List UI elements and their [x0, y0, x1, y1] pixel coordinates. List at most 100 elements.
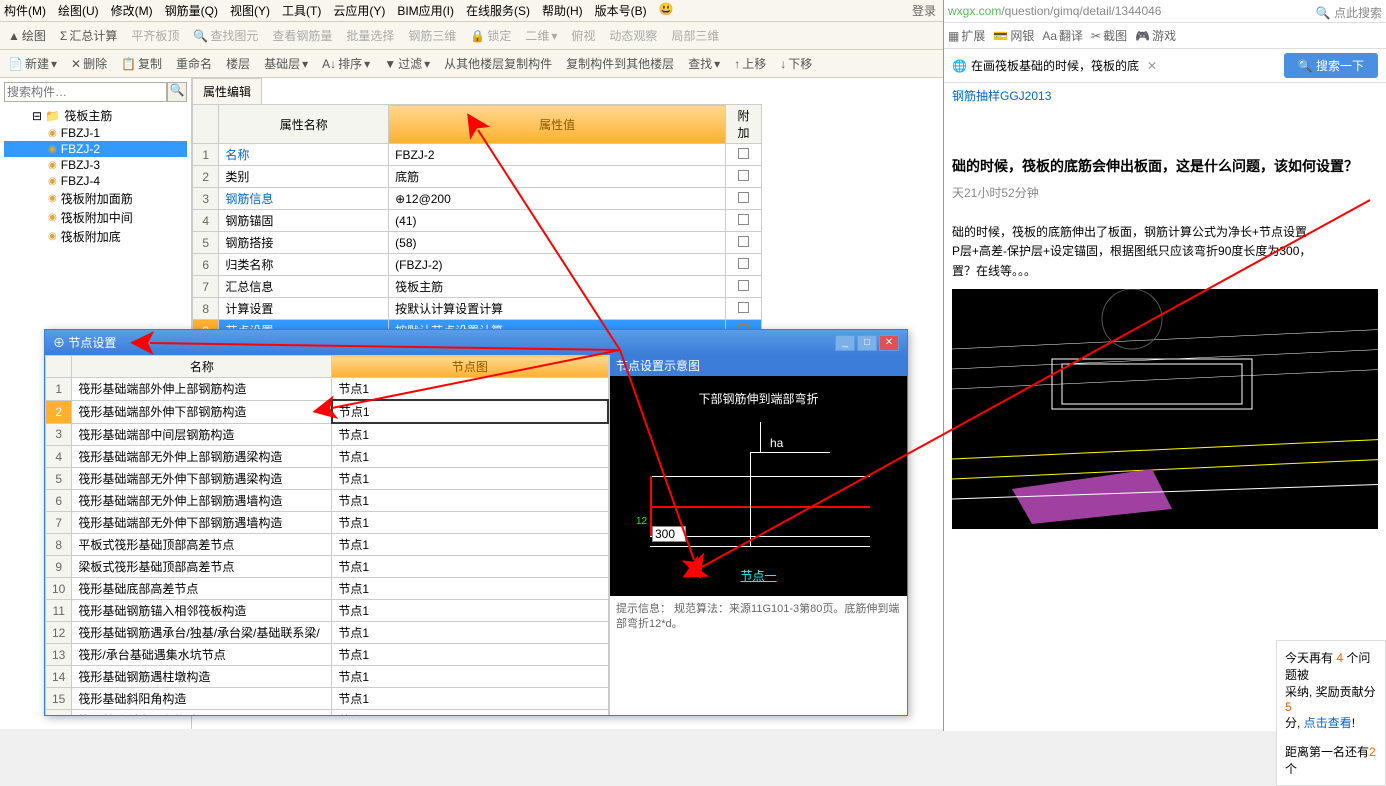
search-button[interactable]: 🔍 搜索一下 [1284, 53, 1378, 78]
copyfrom-button[interactable]: 从其他楼层复制构件 [440, 53, 556, 74]
table-row[interactable]: 1筏形基础端部外伸上部钢筋构造节点1 [46, 378, 609, 401]
delete-button[interactable]: ✕ 删除 [67, 53, 111, 74]
part3d-button[interactable]: 局部三维 [667, 25, 723, 46]
node-settings-dialog: ⊕ 节点设置 _ □ ✕ 名称节点图 1筏形基础端部外伸上部钢筋构造节点12筏形… [44, 329, 908, 716]
ext-button[interactable]: ▦ 扩展 [948, 27, 985, 44]
shot-button[interactable]: ✂ 截图 [1091, 27, 1127, 44]
tree-item[interactable]: ◉ 筏板附加中间 [4, 208, 187, 227]
table-row[interactable]: 7筏形基础端部无外伸下部钢筋遇墙构造节点1 [46, 512, 609, 534]
game-button[interactable]: 🎮 游戏 [1135, 27, 1176, 44]
page-image [952, 289, 1378, 529]
batch-button[interactable]: 批量选择 [342, 25, 398, 46]
menu-item[interactable]: BIM应用(I) [397, 2, 454, 19]
find-button[interactable]: 查找 ▾ [684, 53, 724, 74]
node-table: 名称节点图 1筏形基础端部外伸上部钢筋构造节点12筏形基础端部外伸下部钢筋构造节… [45, 355, 609, 715]
up-button[interactable]: ↑ 上移 [730, 53, 770, 74]
copy-button[interactable]: 📋 复制 [117, 53, 166, 74]
table-row[interactable]: 7汇总信息筏板主筋 [193, 276, 762, 298]
table-row[interactable]: 16筏形基础斜交阴角构造节点1 [46, 710, 609, 716]
face-icon: 😃 [659, 2, 674, 19]
table-row[interactable]: 12筏形基础钢筋遇承台/独基/承台梁/基础联系梁/节点1 [46, 622, 609, 644]
bank-button[interactable]: 💳 网银 [993, 27, 1034, 44]
table-row[interactable]: 2筏形基础端部外伸下部钢筋构造节点1 [46, 400, 609, 423]
menu-item[interactable]: 在线服务(S) [466, 2, 530, 19]
sort-button[interactable]: A↓ 排序 ▾ [318, 53, 374, 74]
table-row[interactable]: 4钢筋锚固(41) [193, 210, 762, 232]
tree-item[interactable]: ◉ 筏板附加面筋 [4, 189, 187, 208]
tree-item[interactable]: ◉ FBZJ-3 [4, 157, 187, 173]
property-tab[interactable]: 属性编辑 [192, 78, 262, 104]
table-row[interactable]: 5筏形基础端部无外伸下部钢筋遇梁构造节点1 [46, 468, 609, 490]
table-row[interactable]: 3钢筋信息⊕12@200 [193, 188, 762, 210]
menu-item[interactable]: 云应用(Y) [333, 2, 385, 19]
view-link[interactable]: 点击查看 [1304, 716, 1352, 730]
page-link[interactable]: 钢筋抽样GGJ2013 [944, 83, 1386, 108]
search-button[interactable]: 🔍 [167, 82, 187, 102]
menu-item[interactable]: 修改(M) [111, 2, 153, 19]
down-button[interactable]: ↓ 下移 [776, 53, 816, 74]
table-row[interactable]: 8计算设置按默认计算设置计算 [193, 298, 762, 320]
new-button[interactable]: 📄 新建 ▾ [4, 53, 61, 74]
r3d-button[interactable]: 钢筋三维 [404, 25, 460, 46]
minimize-button[interactable]: _ [835, 335, 855, 351]
browser-panel: wxgx.com/question/gimq/detail/1344046 🔍 … [943, 0, 1386, 731]
property-table: 属性名称属性值附加 1名称FBZJ-22类别底筋3钢筋信息⊕12@2004钢筋锚… [192, 104, 762, 364]
table-row[interactable]: 11筏形基础钢筋锚入相邻筏板构造节点1 [46, 600, 609, 622]
tree-item[interactable]: ◉ 筏板附加底 [4, 227, 187, 246]
menu-item[interactable]: 版本号(B) [595, 2, 647, 19]
table-row[interactable]: 4筏形基础端部无外伸上部钢筋遇梁构造节点1 [46, 446, 609, 468]
look-button[interactable]: 俯视 [567, 25, 599, 46]
page-body: 础的时候，筏板的底筋伸出了板面，钢筋计算公式为净长+节点设置 [944, 223, 1386, 242]
rebar-button[interactable]: 查看钢筋量 [268, 25, 336, 46]
table-row[interactable]: 10筏形基础底部高差节点节点1 [46, 578, 609, 600]
address-bar[interactable]: wxgx.com/question/gimq/detail/1344046 🔍 … [944, 0, 1386, 23]
diagram-title: 节点设置示意图 [610, 355, 907, 376]
tree-item-selected[interactable]: ◉ FBZJ-2 [4, 141, 187, 157]
maximize-button[interactable]: □ [857, 335, 877, 351]
table-row[interactable]: 9梁板式筏形基础顶部高差节点节点1 [46, 556, 609, 578]
table-row[interactable]: 8平板式筏形基础顶部高差节点节点1 [46, 534, 609, 556]
find-button[interactable]: 🔍 查找图元 [189, 25, 262, 46]
diagram-panel: 节点设置示意图 下部钢筋伸到端部弯折 ha 12 节点一 提示信息： 规范算法：… [609, 355, 907, 715]
draw-button[interactable]: ▲ 绘图 [4, 25, 50, 46]
table-row[interactable]: 15筏形基础斜阳角构造节点1 [46, 688, 609, 710]
sum-button[interactable]: Σ 汇总计算 [56, 25, 121, 46]
table-row[interactable]: 3筏形基础端部中间层钢筋构造节点1 [46, 423, 609, 446]
table-row[interactable]: 5钢筋搭接(58) [193, 232, 762, 254]
tree-item[interactable]: ◉ FBZJ-4 [4, 173, 187, 189]
table-row[interactable]: 13筏形/承台基础遇集水坑节点节点1 [46, 644, 609, 666]
table-row[interactable]: 14筏形基础钢筋遇柱墩构造节点1 [46, 666, 609, 688]
side-notice: 今天再有 4 个问题被 采纳, 奖励贡献分 5 分, 点击查看! 距离第一名还有… [1276, 640, 1386, 786]
menu-item[interactable]: 钢筋量(Q) [165, 2, 218, 19]
node-label[interactable]: 节点一 [610, 567, 907, 584]
floor-select[interactable]: 基础层 ▾ [260, 53, 312, 74]
dialog-titlebar[interactable]: ⊕ 节点设置 _ □ ✕ [45, 330, 907, 355]
menu-item[interactable]: 视图(Y) [230, 2, 270, 19]
filter-button[interactable]: ▼ 过滤 ▾ [380, 53, 434, 74]
table-row[interactable]: 1名称FBZJ-2 [193, 144, 762, 166]
diagram-canvas: 下部钢筋伸到端部弯折 ha 12 节点一 [610, 376, 907, 596]
trans-button[interactable]: Aa 翻译 [1042, 27, 1083, 44]
close-button[interactable]: ✕ [879, 335, 899, 351]
menu-item[interactable]: 工具(T) [282, 2, 321, 19]
table-row[interactable]: 2类别底筋 [193, 166, 762, 188]
table-row[interactable]: 6筏形基础端部无外伸上部钢筋遇墙构造节点1 [46, 490, 609, 512]
diagram-text: 下部钢筋伸到端部弯折 [610, 390, 907, 407]
login-link[interactable]: 登录 [912, 2, 936, 19]
flat-button[interactable]: 平齐板顶 [127, 25, 183, 46]
copyto-button[interactable]: 复制构件到其他楼层 [562, 53, 678, 74]
menu-item[interactable]: 绘图(U) [58, 2, 99, 19]
diagram-hint: 提示信息： 规范算法：来源11G101-3第80页。底筋伸到端部弯折12*d。 [610, 596, 907, 639]
search-input[interactable] [4, 82, 167, 102]
browser-tab[interactable]: 🌐 在画筏板基础的时候，筏板的底 ✕ 🔍 搜索一下 [944, 49, 1386, 83]
tree-item[interactable]: ◉ FBZJ-1 [4, 125, 187, 141]
menu-item[interactable]: 构件(M) [4, 2, 46, 19]
table-row[interactable]: 6归类名称(FBZJ-2) [193, 254, 762, 276]
menu-item[interactable]: 帮助(H) [542, 2, 583, 19]
rename-button[interactable]: 重命名 [172, 53, 216, 74]
bend-length-input[interactable] [652, 526, 686, 542]
dim-select[interactable]: 二维 ▾ [521, 25, 561, 46]
lock-button[interactable]: 🔒 锁定 [466, 25, 515, 46]
tree-root[interactable]: ⊟ 📁 筏板主筋 [4, 106, 187, 125]
dyn-button[interactable]: 动态观察 [605, 25, 661, 46]
